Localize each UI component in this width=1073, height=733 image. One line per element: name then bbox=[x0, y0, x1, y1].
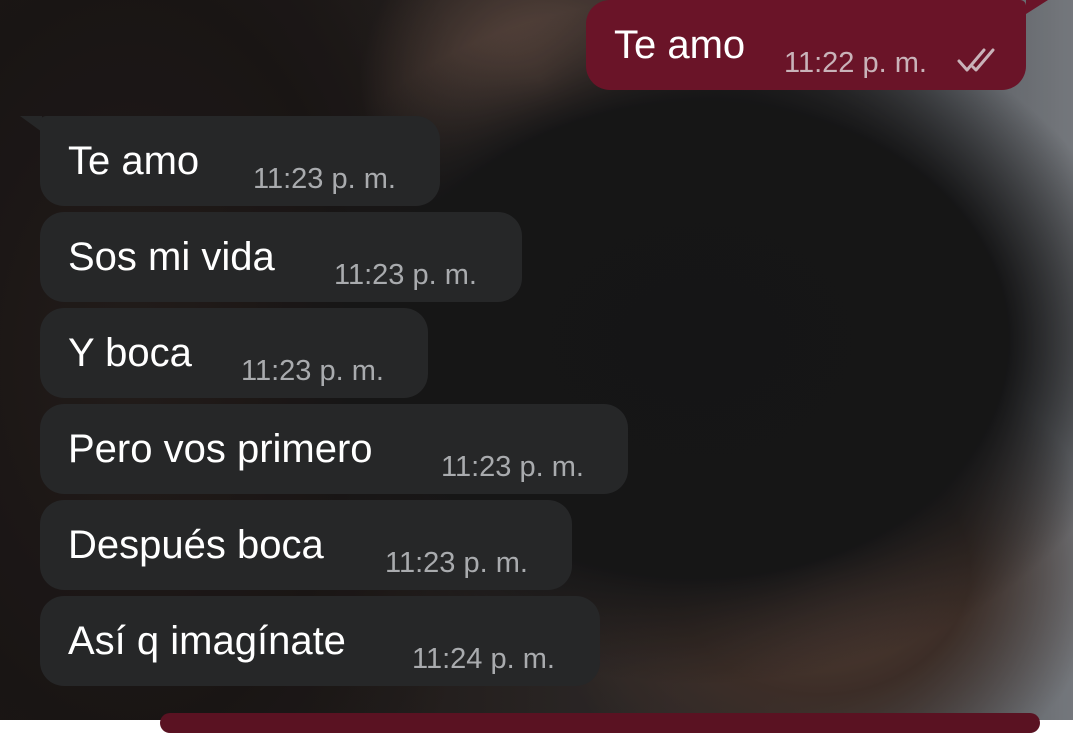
outgoing-message-bubble[interactable]: Te amo 11:22 p. m. bbox=[586, 0, 1026, 90]
message-timestamp: 11:23 p. m. bbox=[241, 355, 384, 387]
incoming-message-bubble[interactable]: Pero vos primero 11:23 p. m. bbox=[40, 404, 628, 494]
message-text: Así q imagínate bbox=[68, 619, 346, 663]
incoming-message-bubble[interactable]: Después boca 11:23 p. m. bbox=[40, 500, 572, 590]
message-text: Te amo bbox=[614, 23, 746, 67]
message-text: Sos mi vida bbox=[68, 235, 275, 279]
incoming-message-bubble[interactable]: Y boca 11:23 p. m. bbox=[40, 308, 428, 398]
outgoing-bubble-tail bbox=[1026, 0, 1048, 14]
message-timestamp: 11:23 p. m. bbox=[334, 259, 477, 291]
message-text: Y boca bbox=[68, 331, 192, 375]
message-timestamp: 11:23 p. m. bbox=[253, 163, 396, 195]
incoming-message-bubble[interactable]: Sos mi vida 11:23 p. m. bbox=[40, 212, 522, 302]
message-text: Pero vos primero bbox=[68, 427, 373, 471]
message-timestamp: 11:22 p. m. bbox=[784, 47, 927, 79]
message-timestamp: 11:24 p. m. bbox=[412, 643, 555, 675]
message-input-bar[interactable] bbox=[160, 713, 1040, 733]
incoming-bubble-tail bbox=[20, 116, 42, 132]
message-text: Te amo bbox=[68, 139, 200, 183]
incoming-message-bubble[interactable]: Así q imagínate 11:24 p. m. bbox=[40, 596, 600, 686]
message-text: Después boca bbox=[68, 523, 324, 567]
double-check-icon bbox=[957, 48, 995, 72]
incoming-message-bubble[interactable]: Te amo 11:23 p. m. bbox=[40, 116, 440, 206]
message-timestamp: 11:23 p. m. bbox=[385, 547, 528, 579]
message-timestamp: 11:23 p. m. bbox=[441, 451, 584, 483]
